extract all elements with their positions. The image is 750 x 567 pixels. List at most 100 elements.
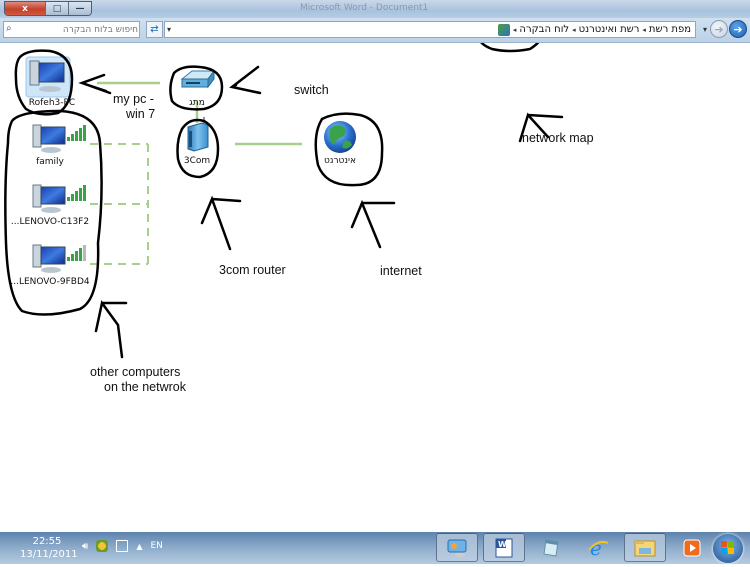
globe-icon[interactable] (324, 121, 356, 153)
signal-bar (83, 125, 86, 141)
language-indicator[interactable]: EN (150, 541, 162, 551)
signal-bar (75, 191, 78, 201)
network-map-canvas: Rofeh3-PC מתג 3Com אינטרנט family ...LEN… (0, 43, 750, 530)
my-pc-label[interactable]: Rofeh3-PC (28, 98, 76, 108)
back-arrow-icon: ➔ (733, 22, 743, 36)
forward-arrow-icon: ➔ (714, 22, 724, 36)
recent-pages-chevron-icon[interactable]: ▾ (701, 25, 709, 34)
forward-button[interactable]: ➔ (710, 20, 728, 38)
refresh-button[interactable]: ⇄ (146, 21, 163, 38)
arrow-router (200, 195, 242, 251)
window-controls: x □ — (4, 1, 92, 16)
taskbar-internet-explorer[interactable]: e (577, 533, 619, 562)
annotation-router: 3com router (219, 263, 286, 277)
signal-bar (67, 257, 70, 261)
lenovo-c13f2-computer-icon[interactable] (32, 184, 66, 213)
refresh-icon: ⇄ (150, 24, 159, 35)
signal-strength-icon (67, 245, 86, 261)
volume-icon[interactable]: 🔊︎ (82, 541, 88, 552)
media-player-icon (683, 539, 701, 556)
switch-icon[interactable] (180, 69, 215, 89)
taskbar-notepad[interactable] (530, 533, 572, 562)
signal-bar (79, 248, 82, 261)
switch-label[interactable]: מתג (180, 98, 214, 108)
action-center-icon[interactable] (96, 540, 109, 552)
clock[interactable]: 22:55 13/11/2011 (20, 535, 78, 561)
arrow-internet (350, 199, 396, 249)
svg-text:W: W (498, 540, 507, 549)
taskbar-media-player[interactable] (671, 533, 713, 562)
close-icon: x (22, 3, 28, 14)
signal-strength-icon (67, 125, 86, 141)
breadcrumb-network-internet[interactable]: רשת ואינטרנט (579, 24, 640, 35)
maximize-icon: □ (52, 3, 62, 14)
annotation-switch: switch (294, 83, 329, 97)
search-input[interactable] (18, 22, 140, 37)
close-button[interactable]: x (5, 2, 45, 15)
router-label[interactable]: 3Com (180, 156, 214, 166)
clock-date: 13/11/2011 (20, 549, 78, 560)
breadcrumb-separator-icon[interactable]: ◂ (642, 26, 646, 34)
internet-label[interactable]: אינטרנט (318, 156, 362, 166)
network-icon[interactable] (116, 540, 129, 552)
annotation-internet: internet (380, 264, 422, 278)
window-title: Microsoft Word - Document1 (300, 3, 429, 13)
annotation-my-pc-line1: my pc - (113, 92, 154, 106)
signal-bar (71, 194, 74, 201)
annotation-others-line2: on the netwrok (104, 380, 186, 394)
annotation-network-map: network map (522, 131, 594, 145)
signal-bar (79, 128, 82, 141)
chevron-down-icon[interactable]: ▾ (167, 22, 171, 37)
signal-strength-icon (67, 185, 86, 201)
lenovo-9fbd4-label[interactable]: ...LENOVO-9FBD4 (10, 277, 90, 287)
signal-bar (79, 188, 82, 201)
signal-bar (83, 185, 86, 201)
breadcrumb-separator-icon[interactable]: ◂ (513, 26, 517, 34)
lenovo-c13f2-label[interactable]: ...LENOVO-C13F2 (10, 217, 90, 227)
taskbar-control-panel[interactable] (436, 533, 478, 562)
signal-bar (67, 137, 70, 141)
breadcrumb-separator-icon[interactable]: ◂ (572, 26, 576, 34)
signal-bar (83, 245, 86, 261)
search-icon[interactable]: ⌕ (6, 23, 12, 34)
breadcrumb-control-panel[interactable]: לוח הבקרה (519, 24, 569, 35)
ie-icon: e (588, 537, 609, 559)
taskbar: 22:55 13/11/2011 🔊︎ ▲ EN W e (0, 532, 750, 564)
computer-icon[interactable] (25, 56, 71, 98)
maximize-button[interactable]: □ (45, 2, 68, 15)
signal-bar (75, 251, 78, 261)
signal-bar (67, 197, 70, 201)
address-toolbar: ⌕ ⇄ ▾ ◂ לוח הבקרה ◂ רשת ואינטרנט ◂ מפת ר… (0, 18, 750, 43)
breadcrumb-network-map[interactable]: מפת רשת (649, 24, 691, 35)
taskbar-word[interactable]: W (483, 533, 525, 562)
navigation-buttons: ▾ ➔ ➔ (701, 20, 747, 38)
address-field[interactable]: ▾ ◂ לוח הבקרה ◂ רשת ואינטרנט ◂ מפת רשת (164, 21, 696, 38)
folder-icon (634, 540, 656, 556)
signal-bar (71, 254, 74, 261)
back-button[interactable]: ➔ (729, 20, 747, 38)
signal-bar (75, 131, 78, 141)
annotation-my-pc-line2: win 7 (126, 107, 156, 121)
show-hidden-icons-icon[interactable]: ▲ (136, 542, 142, 551)
arrow-others (94, 300, 128, 359)
word-icon: W (495, 538, 513, 557)
title-bar: x □ — Microsoft Word - Document1 (0, 0, 750, 18)
start-orb-icon (721, 541, 734, 554)
network-center-icon (497, 23, 510, 36)
minimize-button[interactable]: — (68, 2, 91, 15)
lenovo-9fbd4-computer-icon[interactable] (32, 244, 66, 273)
annotation-others-line1: other computers (90, 365, 181, 379)
family-computer-icon[interactable] (32, 124, 66, 153)
taskbar-explorer[interactable] (624, 533, 666, 562)
circle-network-map-crumb (480, 43, 540, 53)
notepad-icon (543, 538, 559, 557)
system-tray: 🔊︎ ▲ EN (82, 540, 163, 552)
start-button[interactable] (713, 534, 743, 563)
map-drawing (4, 43, 564, 359)
signal-bar (71, 134, 74, 141)
control-panel-icon (447, 539, 467, 557)
search-box[interactable]: ⌕ (3, 21, 140, 38)
family-label[interactable]: family (28, 157, 72, 167)
minimize-icon: — (75, 3, 85, 14)
taskbar-apps: W e (436, 533, 713, 562)
